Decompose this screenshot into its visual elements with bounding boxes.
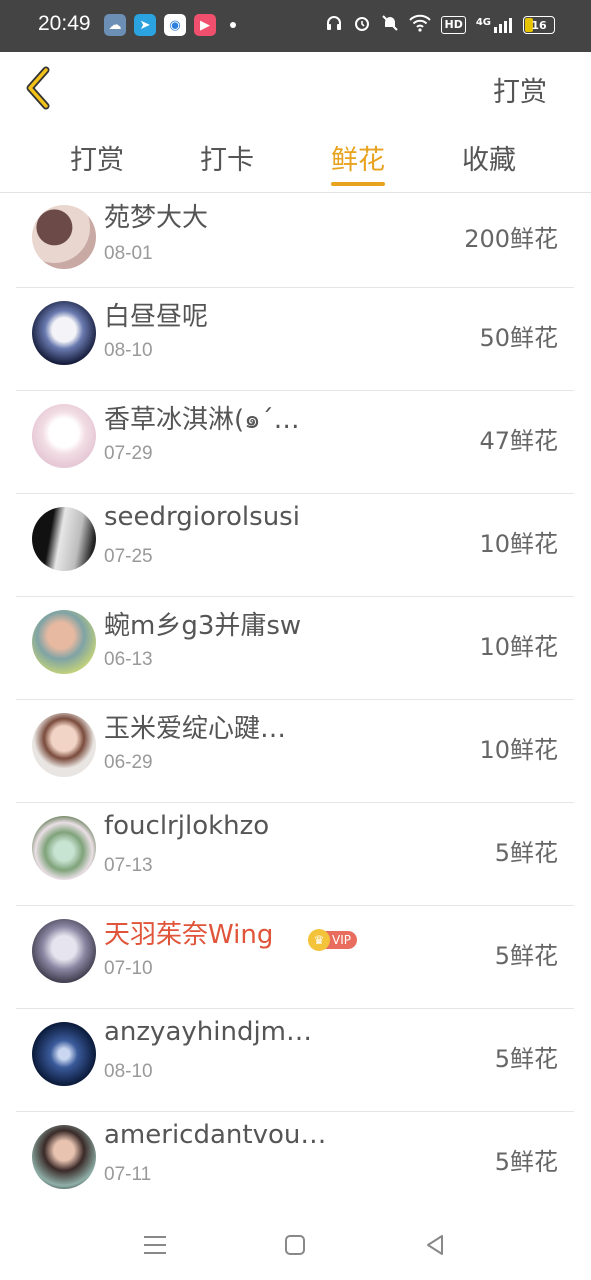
avatar[interactable] [32, 1022, 96, 1086]
home-button[interactable] [280, 1230, 310, 1260]
user-name[interactable]: anzyayhindjm… [104, 1017, 312, 1047]
wifi-icon [409, 14, 432, 36]
date: 07-25 [104, 546, 153, 567]
flower-amount: 5鲜花 [494, 1045, 558, 1073]
date: 06-29 [104, 752, 153, 773]
date: 06-13 [104, 649, 153, 670]
user-name[interactable]: 天羽茱奈Wing [104, 914, 273, 951]
back-button[interactable] [18, 64, 62, 112]
reward-action-button[interactable]: 打赏 [493, 70, 547, 109]
avatar[interactable] [32, 404, 96, 468]
user-name[interactable]: 苑梦大大 [104, 197, 208, 234]
date: 07-11 [104, 1164, 152, 1185]
user-name[interactable]: americdantvou… [104, 1120, 326, 1150]
active-tab-indicator [331, 182, 385, 186]
flower-amount: 10鲜花 [479, 530, 558, 558]
video-notification-icon: ▶ [194, 14, 216, 36]
list-item[interactable]: anzyayhindjm… 08-10 5鲜花 [16, 1009, 574, 1112]
user-name[interactable]: seedrgiorolsusi [104, 502, 300, 532]
weather-notification-icon: ☁ [104, 14, 126, 36]
list-item[interactable]: 白昼昼呢 08-10 50鲜花 [16, 288, 574, 391]
flower-amount: 5鲜花 [494, 1148, 558, 1176]
list-item[interactable]: 蜿m乡g3并庸sw 06-13 10鲜花 [16, 597, 574, 700]
battery-level: 16 [531, 18, 547, 32]
crown-icon: ♛ [308, 929, 330, 951]
user-name[interactable]: fouclrjlokhzo [104, 811, 269, 841]
tab-label: 打卡 [200, 145, 254, 176]
list-item[interactable]: 玉米爱绽心踺… 06-29 10鲜花 [16, 700, 574, 803]
system-nav-bar [0, 1210, 591, 1280]
signal-label: 4G [475, 17, 491, 28]
flower-amount: 50鲜花 [479, 324, 558, 352]
back-nav-button[interactable] [420, 1230, 450, 1260]
flower-list: 苑梦大大 08-01 200鲜花 白昼昼呢 08-10 50鲜花 香草冰淇淋(๑… [16, 193, 574, 1214]
avatar[interactable] [32, 507, 96, 571]
flower-amount: 200鲜花 [464, 225, 558, 253]
date: 08-10 [104, 340, 153, 361]
list-item[interactable]: americdantvou… 07-11 5鲜花 [16, 1112, 574, 1214]
vip-badge: ♛ VIP [308, 929, 357, 951]
date: 07-13 [104, 855, 153, 876]
flower-amount: 10鲜花 [479, 633, 558, 661]
more-notifications-icon [230, 22, 236, 28]
square-icon [285, 1235, 305, 1255]
recent-apps-button[interactable] [140, 1230, 170, 1260]
tab-label: 鲜花 [331, 145, 385, 176]
chevron-left-icon [26, 66, 50, 110]
user-name[interactable]: 蜿m乡g3并庸sw [104, 605, 301, 642]
battery-icon: 16 [523, 16, 555, 34]
flower-amount: 47鲜花 [479, 427, 558, 455]
list-item[interactable]: seedrgiorolsusi 07-25 10鲜花 [16, 494, 574, 597]
avatar[interactable] [32, 205, 96, 269]
telegram-notification-icon: ➤ [134, 14, 156, 36]
avatar[interactable] [32, 1125, 96, 1189]
alarm-icon [353, 14, 371, 36]
tab-label: 打赏 [70, 145, 124, 176]
status-icons: HD 4G 16 [325, 14, 555, 36]
avatar[interactable] [32, 713, 96, 777]
user-name[interactable]: 白昼昼呢 [104, 296, 208, 333]
list-item[interactable]: 苑梦大大 08-01 200鲜花 [16, 193, 574, 288]
avatar[interactable] [32, 301, 96, 365]
date: 07-10 [104, 958, 153, 979]
tab-label: 收藏 [462, 145, 516, 176]
signal-icon: 4G [476, 17, 513, 33]
tab-bar: 打赏 打卡 鲜花 收藏 [0, 124, 591, 193]
list-item[interactable]: 香草冰淇淋(๑´… 07-29 47鲜花 [16, 391, 574, 494]
list-item[interactable]: 天羽茱奈Wing ♛ VIP 07-10 5鲜花 [16, 906, 574, 1009]
avatar[interactable] [32, 816, 96, 880]
user-name[interactable]: 玉米爱绽心踺… [104, 708, 286, 745]
browser-notification-icon: ◉ [164, 14, 186, 36]
triangle-back-icon [427, 1235, 443, 1255]
tab-reward[interactable]: 打赏 [70, 138, 124, 177]
date: 08-10 [104, 1061, 153, 1082]
header: 打赏 [0, 52, 591, 124]
headphones-icon [325, 14, 343, 36]
date: 07-29 [104, 443, 153, 464]
list-item[interactable]: fouclrjlokhzo 07-13 5鲜花 [16, 803, 574, 906]
tab-flowers[interactable]: 鲜花 [331, 138, 385, 186]
notification-icons: ☁ ➤ ◉ ▶ [104, 14, 236, 36]
tab-favorites[interactable]: 收藏 [462, 138, 516, 177]
menu-icon [144, 1236, 166, 1254]
flower-amount: 10鲜花 [479, 736, 558, 764]
mute-icon [381, 14, 399, 36]
user-name[interactable]: 香草冰淇淋(๑´… [104, 399, 300, 440]
flower-amount: 5鲜花 [494, 942, 558, 970]
flower-amount: 5鲜花 [494, 839, 558, 867]
tab-checkin[interactable]: 打卡 [200, 138, 254, 177]
hd-badge: HD [441, 16, 466, 34]
date: 08-01 [104, 243, 153, 264]
avatar[interactable] [32, 610, 96, 674]
avatar[interactable] [32, 919, 96, 983]
status-bar: 20:49 ☁ ➤ ◉ ▶ HD 4G 16 [0, 0, 591, 52]
status-time: 20:49 [38, 12, 91, 35]
